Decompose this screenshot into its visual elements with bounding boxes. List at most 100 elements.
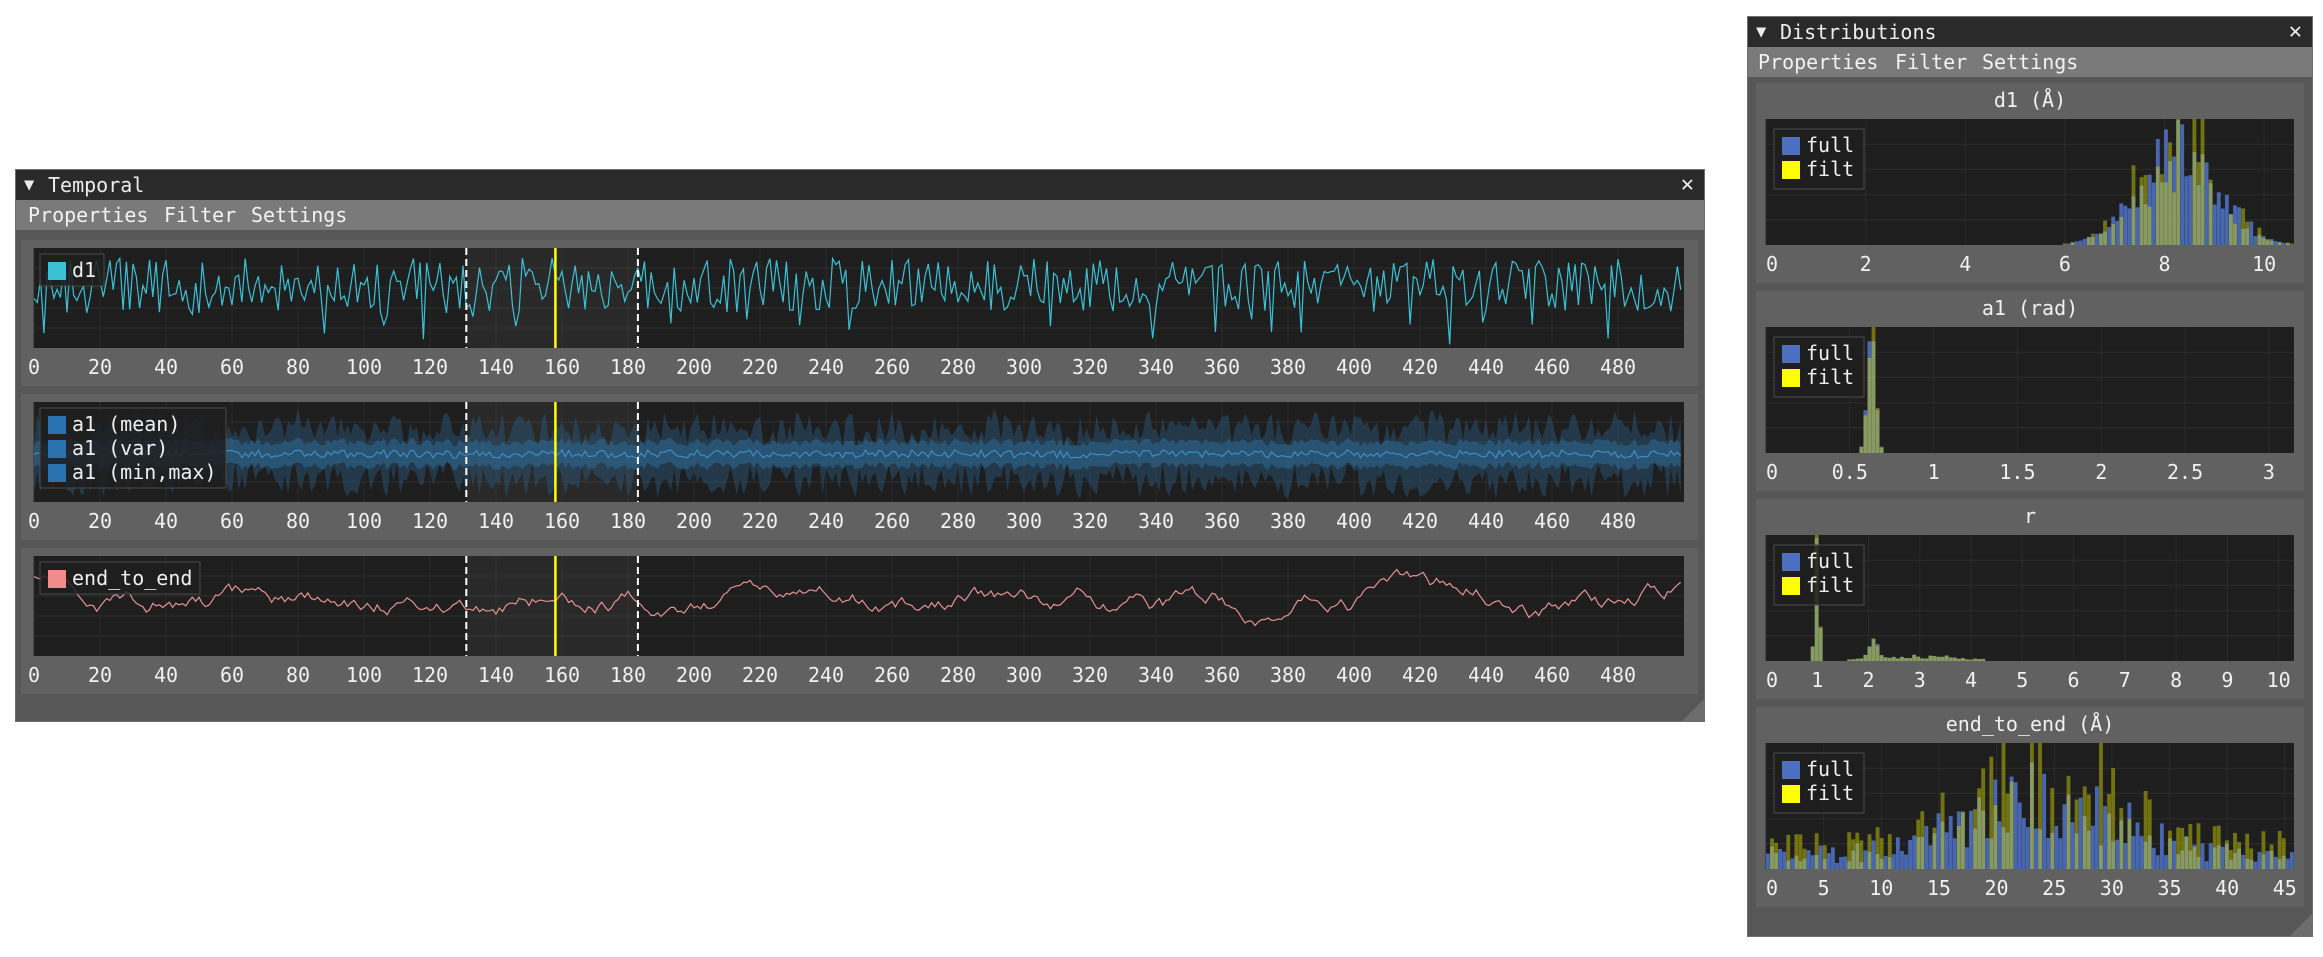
distribution-plot-a1[interactable]: a1 (rad) full filt 0 0.5 1 1.5 2 2.5 3 — [1756, 291, 2304, 491]
full-bar — [2253, 236, 2258, 245]
full-bar — [2115, 839, 2120, 869]
end-to-end-time-series-chart[interactable]: end_to_end 0 20 40 60 80 100 120 140 160 180 200 220… — [21, 548, 1698, 694]
distribution-plot-r[interactable]: r full filt 0 1 2 3 4 5 6 7 8 9 10 — [1756, 499, 2304, 699]
x-tick-label: 460 — [1534, 355, 1570, 379]
filt-bar — [2184, 837, 2189, 869]
distribution-plot-d1[interactable]: d1 (Å) full filt 0 2 4 6 8 10 — [1756, 83, 2304, 283]
filt-bar — [1774, 842, 1778, 869]
full-bar — [2289, 852, 2294, 869]
resize-grip[interactable] — [2290, 914, 2312, 936]
x-tick-label: 9 — [2221, 668, 2233, 692]
x-tick-label: 220 — [742, 355, 778, 379]
legend-swatch — [1782, 577, 1800, 595]
filt-bar — [1871, 638, 1876, 661]
menu-filter[interactable]: Filter — [1895, 47, 1967, 77]
distributions-menubar: Properties Filter Settings — [1748, 47, 2312, 77]
full-bar — [2237, 207, 2241, 245]
filt-bar — [2212, 826, 2217, 869]
filt-bar — [1940, 792, 1945, 869]
resize-grip[interactable] — [1682, 699, 1704, 721]
filt-bar — [1875, 645, 1880, 661]
filt-bar — [1887, 834, 1892, 869]
full-bar — [2273, 856, 2278, 869]
filt-bar — [1956, 826, 1961, 869]
x-tick-label: 120 — [412, 355, 448, 379]
filt-bar — [1867, 646, 1872, 661]
full-bar — [2078, 240, 2083, 245]
a1-histogram[interactable]: a1 (rad) fullfilt 0 0.5 1 1.5 2 2.5 3 — [1756, 291, 2304, 491]
end-to-end-histogram[interactable]: end_to_end (Å) fullfilt 0 5 10 15 20 25 30 35 40 45 — [1756, 707, 2304, 907]
collapse-triangle-icon[interactable]: ▼ — [24, 170, 34, 200]
legend-swatch — [48, 262, 66, 280]
full-bar — [1944, 832, 1949, 869]
filt-bar — [1883, 657, 1888, 661]
temporal-titlebar[interactable]: ▼ Temporal ✕ — [16, 170, 1704, 200]
temporal-plot-d1[interactable]: d1 0 20 40 60 80 100 120 140 160 180 200 220 240 260 28… — [21, 240, 1698, 386]
filt-bar — [2229, 849, 2233, 869]
filt-bar — [1928, 655, 1933, 661]
x-tick-label: 5 — [2016, 668, 2028, 692]
distribution-plot-end-to-end[interactable]: end_to_end (Å) full filt 0 5 10 15 20 25 30 35 40 45 — [1756, 707, 2304, 907]
filt-bar — [1940, 656, 1945, 661]
x-tick-label: 240 — [808, 509, 844, 533]
x-tick-label: 420 — [1402, 355, 1438, 379]
temporal-window[interactable]: ▼ Temporal ✕ Properties Filter Settings … — [15, 169, 1705, 722]
a1-time-series-chart[interactable]: a1 (mean)a1 (var)a1 (min,max) 0 20 40 60 80 10… — [21, 394, 1698, 540]
full-bar — [2135, 207, 2140, 245]
filt-bar — [2119, 808, 2124, 869]
x-tick-label: 0 — [1766, 252, 1778, 276]
x-tick-label: 80 — [286, 355, 310, 379]
full-bar — [2066, 243, 2071, 245]
full-bar — [2034, 828, 2038, 869]
full-bar — [1826, 853, 1831, 869]
menu-properties[interactable]: Properties — [28, 200, 148, 230]
distributions-window[interactable]: ▼ Distributions ✕ Properties Filter Sett… — [1747, 16, 2313, 937]
x-tick-label: 260 — [874, 355, 910, 379]
x-tick-label: 420 — [1402, 663, 1438, 687]
x-tick-label: 0 — [1766, 460, 1778, 484]
filt-bar — [1960, 658, 1965, 661]
filt-bar — [2038, 743, 2042, 869]
x-tick-label: 460 — [1534, 509, 1570, 533]
menu-settings[interactable]: Settings — [251, 200, 347, 230]
collapse-triangle-icon[interactable]: ▼ — [1756, 17, 1766, 47]
x-tick-label: 480 — [1600, 509, 1636, 533]
temporal-plot-end-to-end[interactable]: end_to_end 0 20 40 60 80 100 120 140 160 180 200 220… — [21, 548, 1698, 694]
close-icon[interactable]: ✕ — [2289, 17, 2302, 47]
full-bar — [2042, 773, 2047, 869]
legend-swatch — [48, 416, 66, 434]
filt-bar — [2196, 162, 2201, 245]
x-tick-label: 2.5 — [2167, 460, 2203, 484]
menu-properties[interactable]: Properties — [1758, 47, 1878, 77]
filt-bar — [2066, 775, 2071, 869]
filt-bar — [1851, 839, 1856, 869]
r-histogram[interactable]: r fullfilt 0 1 2 3 4 5 6 7 8 9 10 — [1756, 499, 2304, 699]
menu-filter[interactable]: Filter — [164, 200, 236, 230]
x-tick-label: 8 — [2158, 252, 2170, 276]
filt-bar — [2277, 242, 2282, 245]
full-bar — [1863, 850, 1868, 869]
filt-bar — [1847, 832, 1852, 869]
legend-swatch — [48, 570, 66, 588]
close-icon[interactable]: ✕ — [1681, 170, 1694, 200]
x-tick-label: 440 — [1468, 663, 1504, 687]
x-tick-label: 440 — [1468, 355, 1504, 379]
full-bar — [2062, 804, 2067, 869]
x-tick-label: 0 — [28, 509, 40, 533]
full-bar — [1969, 810, 1973, 869]
x-tick-label: 2 — [2095, 460, 2107, 484]
x-tick-label: 40 — [2215, 876, 2239, 900]
menu-settings[interactable]: Settings — [1982, 47, 2078, 77]
distributions-titlebar[interactable]: ▼ Distributions ✕ — [1748, 17, 2312, 47]
x-tick-label: 180 — [610, 355, 646, 379]
filt-bar — [1875, 408, 1880, 453]
d1-time-series-chart[interactable]: d1 0 20 40 60 80 100 120 140 160 180 200 220 240 260 28… — [21, 240, 1698, 386]
x-tick-label: 320 — [1072, 509, 1108, 533]
temporal-plot-a1[interactable]: a1 (mean) a1 (var) a1 (min,max) 0 20 40 60 80 10… — [21, 394, 1698, 540]
filt-bar — [2074, 799, 2079, 869]
filt-bar — [2107, 793, 2112, 869]
filt-bar — [1798, 834, 1803, 869]
full-bar — [2172, 840, 2177, 869]
x-tick-label: 20 — [88, 663, 112, 687]
d1-histogram[interactable]: d1 (Å) fullfilt 0 2 4 6 8 10 — [1756, 83, 2304, 283]
